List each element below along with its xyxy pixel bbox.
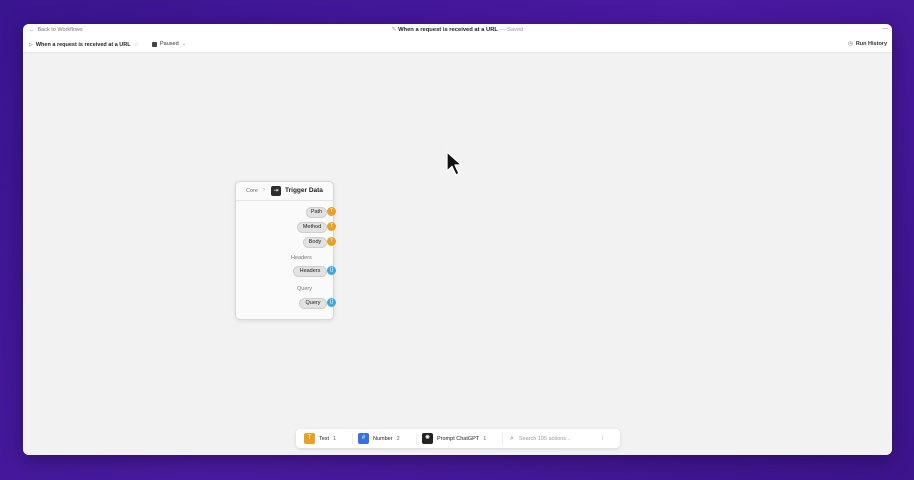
divider: [502, 433, 503, 444]
chatgpt-icon: ✺: [422, 433, 433, 444]
chip-label: Number: [373, 435, 393, 442]
object-port-icon[interactable]: {}: [327, 266, 336, 275]
chip-label: Text: [319, 435, 330, 442]
section-label-headers: Headers: [291, 255, 312, 261]
app-window: ← Back to Workflows ✎ When a request is …: [23, 24, 892, 455]
trigger-data-node[interactable]: Core › ⇥ Trigger Data Path T Method T Bo…: [235, 181, 336, 320]
toolbar: ▷ When a request is received at a URL ☆ …: [23, 37, 892, 53]
chevron-right-icon: ›: [263, 187, 265, 193]
output-pill-method[interactable]: Method: [297, 222, 327, 233]
minimize-button[interactable]: —: [882, 26, 888, 32]
saved-status: — Saved: [499, 27, 524, 33]
star-icon[interactable]: ☆: [134, 41, 139, 48]
node-breadcrumb: Core: [246, 188, 258, 194]
text-type-icon: T: [304, 433, 315, 444]
workflow-name: When a request is received at a URL: [35, 41, 131, 48]
node-title: Trigger Data: [285, 187, 323, 194]
output-pill-path[interactable]: Path: [306, 207, 327, 218]
divider: [416, 433, 417, 444]
clock-icon: ◷: [848, 41, 853, 47]
variable-chip-number[interactable]: # Number 2: [358, 432, 400, 445]
window-title: ✎ When a request is received at a URL — …: [23, 27, 892, 33]
node-header[interactable]: Core › ⇥ Trigger Data: [236, 182, 333, 201]
chip-label: Prompt ChatGPT: [437, 435, 480, 442]
chip-count: 2: [396, 435, 400, 442]
workflow-selector[interactable]: ▷ When a request is received at a URL ☆: [29, 41, 139, 49]
variable-chip-text[interactable]: T Text 1: [304, 432, 336, 445]
title-bar: ← Back to Workflows ✎ When a request is …: [23, 24, 892, 38]
search-actions-input[interactable]: ⌕ Search 195 actions... /: [510, 432, 603, 445]
output-pill-headers[interactable]: Headers: [293, 266, 327, 277]
workflow-canvas[interactable]: Core › ⇥ Trigger Data Path T Method T Bo…: [23, 53, 892, 455]
section-label-query: Query: [297, 286, 312, 292]
text-port-icon[interactable]: T: [327, 237, 336, 246]
pause-grid-icon: [152, 41, 157, 47]
number-type-icon: #: [358, 433, 369, 444]
shortcut-hint: /: [601, 435, 604, 442]
run-history-button[interactable]: ◷ Run History: [848, 41, 887, 47]
output-pill-query[interactable]: Query: [299, 298, 327, 309]
chip-count: 1: [333, 435, 337, 442]
divider: [352, 433, 353, 444]
text-port-icon[interactable]: T: [327, 207, 336, 216]
search-icon: ⌕: [510, 434, 514, 442]
trigger-icon: ⇥: [271, 186, 281, 196]
bottom-action-bar: T Text 1 # Number 2 ✺ Prompt ChatGPT 1 ⌕…: [296, 429, 620, 448]
status-label: Paused: [160, 41, 179, 47]
pencil-icon: ✎: [391, 27, 397, 33]
run-history-label: Run History: [855, 41, 887, 47]
text-port-icon[interactable]: T: [327, 222, 336, 231]
object-port-icon[interactable]: {}: [327, 298, 336, 307]
variable-chip-prompt-chatgpt[interactable]: ✺ Prompt ChatGPT 1: [422, 432, 486, 445]
output-pill-body[interactable]: Body: [303, 237, 327, 248]
status-dropdown[interactable]: Paused ⌄: [152, 41, 186, 47]
chip-count: 1: [483, 435, 487, 442]
chevron-down-icon: ⌄: [181, 41, 187, 47]
search-placeholder: Search 195 actions...: [518, 435, 571, 442]
workflow-title[interactable]: When a request is received at a URL: [398, 27, 498, 33]
play-icon: ▷: [29, 41, 33, 48]
mouse-cursor-icon: [446, 151, 463, 176]
